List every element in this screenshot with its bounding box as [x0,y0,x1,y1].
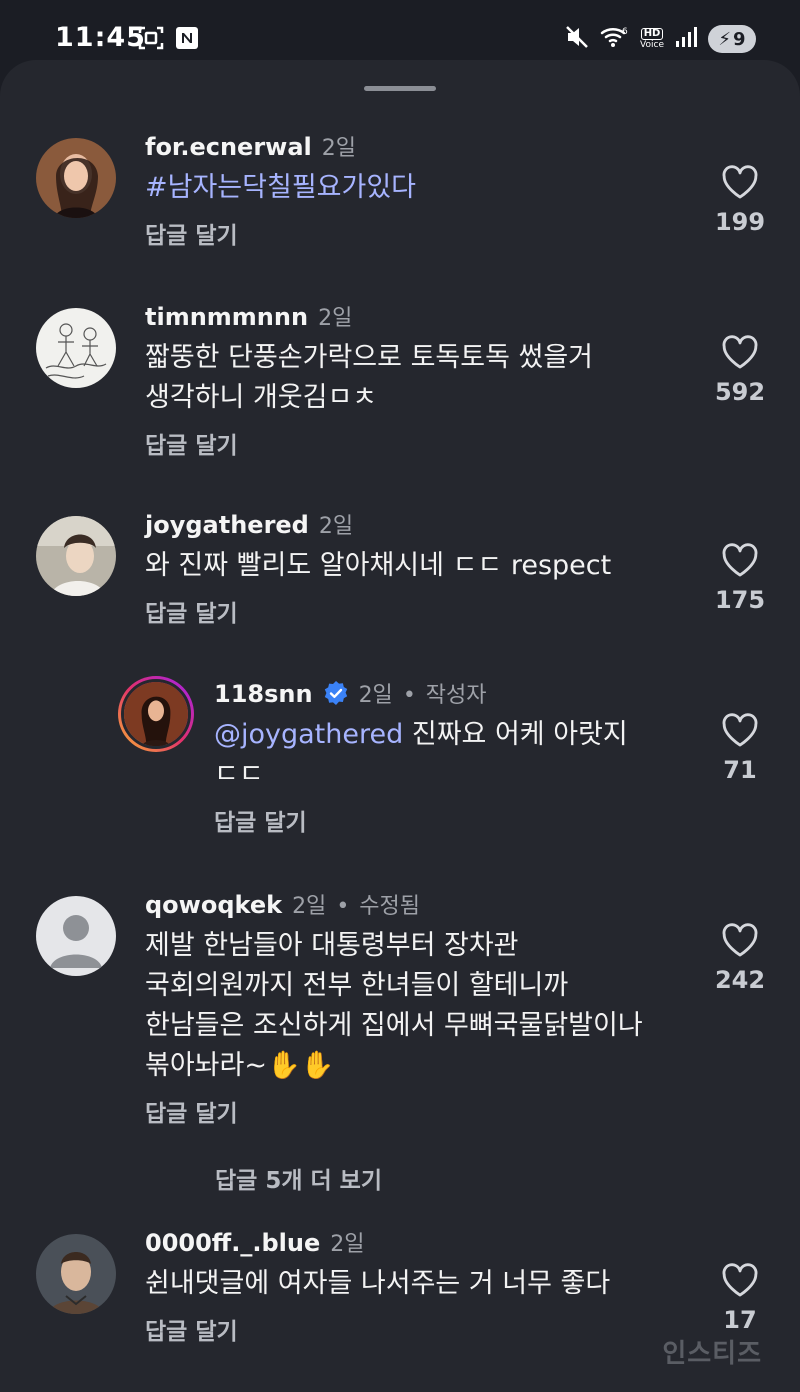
wifi-icon: 6 [600,24,630,54]
svg-text:6: 6 [622,27,628,37]
battery-level: 9 [733,28,746,50]
comment-item: qowoqkek 2일 • 수정됨 제발 한남들아 대통령부터 장차관 국회의원… [0,888,800,1148]
reply-button[interactable]: 답글 달기 [145,1094,238,1128]
notification-n-icon [175,26,199,54]
signal-icon [674,25,698,53]
reply-button[interactable]: 답글 달기 [145,594,238,628]
like-count: 242 [714,966,766,994]
avatar [124,682,188,746]
heart-icon [722,713,758,747]
heart-icon [722,1263,758,1297]
like-count: 175 [714,586,766,614]
comment-time: 2일 [318,306,353,331]
comment-time: 2일 [318,514,354,539]
like-count: 71 [723,756,757,784]
like-button[interactable]: 17 [710,1262,770,1334]
comment-time: 2일 [358,683,393,708]
comment-text: 와 진짜 빨리도 알아채시네 ㄷㄷ respect [145,550,612,581]
comment-time: 2일 [330,1232,365,1257]
like-button[interactable]: 71 [710,712,770,784]
comment-item: for.ecnerwal 2일 #남자는닥칠필요가있다 답글 달기 199 [0,130,800,270]
comment-reply-item: 118snn 2일 • 작성자 @joygathered 진짜요 어케 아랏지 … [0,676,800,846]
comment-item: joygathered 2일 와 진짜 빨리도 알아채시네 ㄷㄷ respect… [0,508,800,648]
reply-button[interactable]: 답글 달기 [145,216,238,250]
meta-separator: • [402,683,416,708]
hd-voice-icon: HD Voice [640,28,664,50]
like-count: 592 [714,378,766,406]
comment-text: @joygathered 진짜요 어케 아랏지 ㄷㄷ [214,719,628,790]
comment-username[interactable]: 118snn [214,680,313,708]
avatar[interactable] [36,138,116,218]
comment-username[interactable]: joygathered [145,511,309,539]
heart-icon [722,543,758,577]
like-count: 199 [714,208,766,236]
like-button[interactable]: 199 [710,164,770,236]
mute-icon [564,24,590,54]
comment-hashtag[interactable]: #남자는닥칠필요가있다 [145,168,690,208]
comment-time: 2일 [321,136,357,161]
comment-username[interactable]: qowoqkek [145,891,282,919]
sheet-drag-handle[interactable] [364,86,436,91]
heart-icon [722,165,758,199]
mention-link[interactable]: @joygathered [214,719,403,750]
reply-button[interactable]: 답글 달기 [214,803,307,837]
edited-badge: 수정됨 [359,894,421,919]
comment-text: 짧뚱한 단풍손가락으로 토독토독 썼을거 생각하니 개웃김ㅁㅊ [145,342,594,413]
comment-text: 제발 한남들아 대통령부터 장차관 국회의원까지 전부 한녀들이 할테니까 한남… [145,930,643,1081]
comment-item: timnmmnnn 2일 짧뚱한 단풍손가락으로 토독토독 썼을거 생각하니 개… [0,300,800,470]
view-more-replies-button[interactable]: 답글 5개 더 보기 [215,1161,382,1195]
comment-time: 2일 [292,894,327,919]
comment-username[interactable]: timnmmnnn [145,303,308,331]
reply-button[interactable]: 답글 달기 [145,426,238,460]
charging-bolt-icon: ⚡ [718,28,732,50]
avatar-story-ring[interactable] [118,676,194,752]
like-count: 17 [723,1306,757,1334]
heart-icon [722,335,758,369]
comment-text: 쉰내댓글에 여자들 나서주는 거 너무 좋다 [145,1268,611,1299]
default-avatar-icon[interactable] [36,896,116,976]
verified-badge-icon [324,681,347,705]
like-button[interactable]: 592 [710,334,770,406]
reply-button[interactable]: 답글 달기 [145,1312,238,1346]
battery-indicator: ⚡ 9 [708,25,756,53]
like-button[interactable]: 242 [710,922,770,994]
author-badge: 작성자 [425,683,487,708]
heart-icon [722,923,758,957]
screenshot-icon [138,26,164,54]
avatar[interactable] [36,1234,116,1314]
comment-username[interactable]: for.ecnerwal [145,133,312,161]
meta-separator: • [336,894,350,919]
comment-username[interactable]: 0000ff._.blue [145,1229,320,1257]
avatar[interactable] [36,516,116,596]
watermark: 인스티즈 [662,1339,762,1369]
avatar[interactable] [36,308,116,388]
status-time: 11:45 [55,22,146,53]
like-button[interactable]: 175 [710,542,770,614]
